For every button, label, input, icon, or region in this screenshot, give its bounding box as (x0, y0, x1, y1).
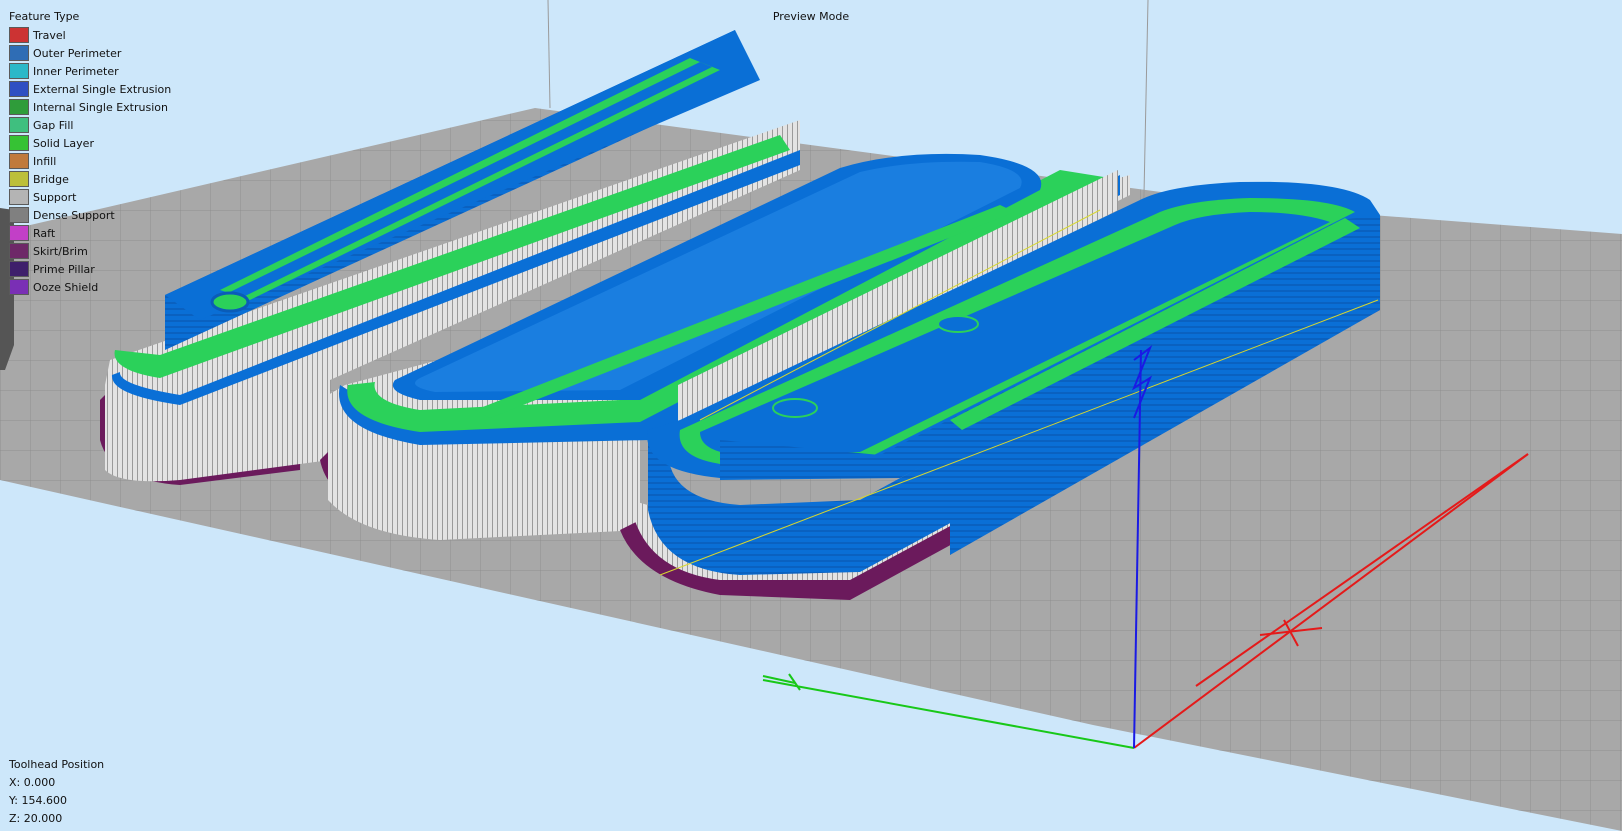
legend-label: Ooze Shield (33, 280, 99, 294)
print-bed-scene[interactable] (0, 0, 1622, 831)
legend-label: Support (33, 190, 77, 204)
legend-swatch (9, 81, 29, 97)
3d-preview-viewport[interactable] (0, 0, 1622, 831)
legend-swatch (9, 171, 29, 187)
legend-label: Skirt/Brim (33, 244, 88, 258)
legend-label: Gap Fill (33, 118, 74, 132)
legend-item-ooze-shield[interactable]: Ooze Shield (9, 278, 171, 296)
toolhead-x: X: 0.000 (9, 776, 56, 789)
legend-item-solid-layer[interactable]: Solid Layer (9, 134, 171, 152)
toolhead-z: Z: 20.000 (9, 812, 63, 825)
legend-label: Prime Pillar (33, 262, 95, 276)
legend-item-outer-perimeter[interactable]: Outer Perimeter (9, 44, 171, 62)
legend-item-raft[interactable]: Raft (9, 224, 171, 242)
legend-swatch (9, 279, 29, 295)
legend-label: Outer Perimeter (33, 46, 122, 60)
legend-swatch (9, 117, 29, 133)
legend-item-infill[interactable]: Infill (9, 152, 171, 170)
legend-swatch (9, 45, 29, 61)
feature-type-legend: Feature Type Travel Outer Perimeter Inner … (9, 10, 171, 296)
legend-swatch (9, 27, 29, 43)
legend-label: External Single Extrusion (33, 82, 172, 96)
legend-title: Feature Type (9, 10, 80, 23)
legend-items: Travel Outer Perimeter Inner Perimeter Exte… (9, 26, 171, 296)
legend-label: Inner Perimeter (33, 64, 119, 78)
legend-label: Internal Single Extrusion (33, 100, 168, 114)
toolhead-y: Y: 154.600 (9, 794, 67, 807)
legend-item-skirt-brim[interactable]: Skirt/Brim (9, 242, 171, 260)
legend-swatch (9, 153, 29, 169)
legend-item-bridge[interactable]: Bridge (9, 170, 171, 188)
legend-swatch (9, 225, 29, 241)
legend-item-support[interactable]: Support (9, 188, 171, 206)
legend-label: Travel (33, 28, 66, 42)
legend-label: Dense Support (33, 208, 115, 222)
legend-item-internal-single-extrusion[interactable]: Internal Single Extrusion (9, 98, 171, 116)
legend-label: Raft (33, 226, 56, 240)
legend-swatch (9, 63, 29, 79)
legend-swatch (9, 261, 29, 277)
legend-label: Infill (33, 154, 57, 168)
legend-swatch (9, 189, 29, 205)
legend-item-gap-fill[interactable]: Gap Fill (9, 116, 171, 134)
legend-item-travel[interactable]: Travel (9, 26, 171, 44)
preview-mode-label: Preview Mode (772, 10, 850, 23)
legend-item-dense-support[interactable]: Dense Support (9, 206, 171, 224)
toolhead-position-panel: Toolhead Position X: 0.000 Y: 154.600 Z:… (9, 756, 104, 828)
toolhead-title: Toolhead Position (9, 758, 105, 771)
legend-swatch (9, 99, 29, 115)
legend-item-external-single-extrusion[interactable]: External Single Extrusion (9, 80, 171, 98)
legend-item-prime-pillar[interactable]: Prime Pillar (9, 260, 171, 278)
legend-swatch (9, 207, 29, 223)
legend-swatch (9, 135, 29, 151)
legend-item-inner-perimeter[interactable]: Inner Perimeter (9, 62, 171, 80)
legend-label: Bridge (33, 172, 69, 186)
legend-swatch (9, 243, 29, 259)
legend-label: Solid Layer (33, 136, 94, 150)
